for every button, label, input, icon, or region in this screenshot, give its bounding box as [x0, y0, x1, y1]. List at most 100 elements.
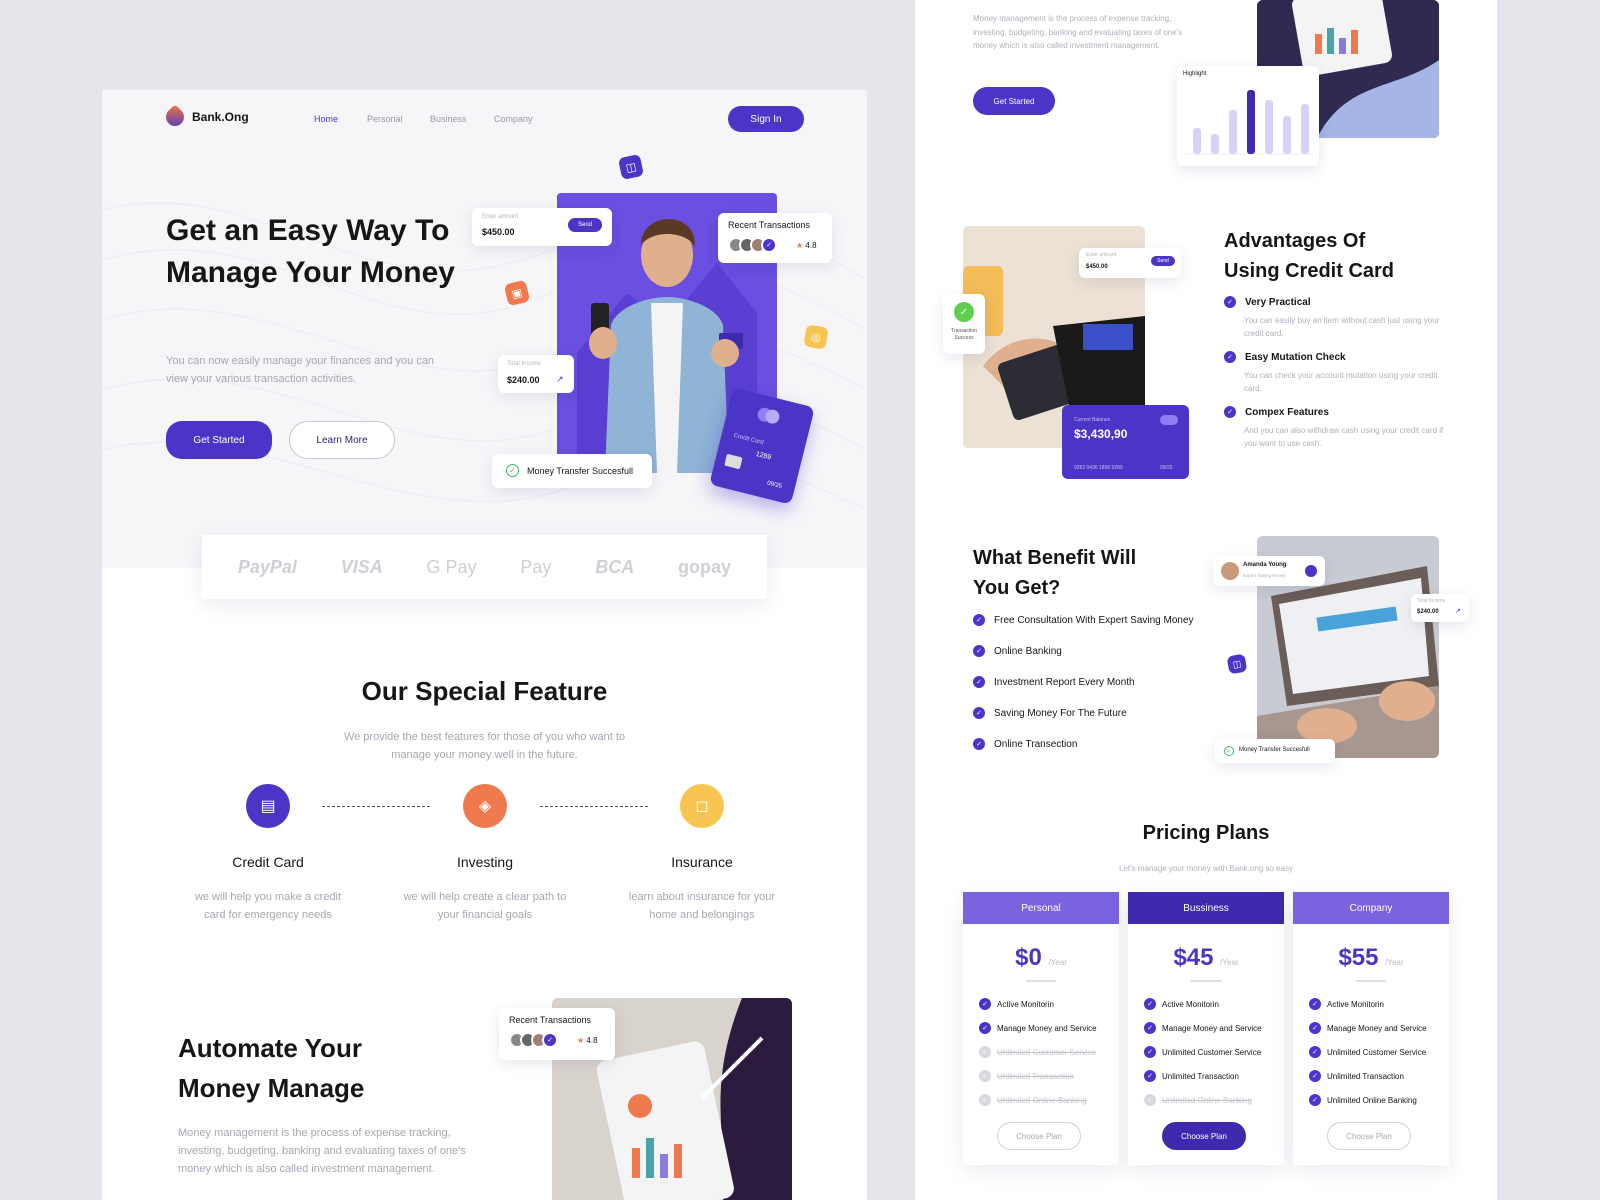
- feature-credit-card-desc: we will help you make a credit card for …: [194, 891, 342, 921]
- chat-icon[interactable]: [1305, 565, 1317, 577]
- check-icon: ✓: [973, 738, 985, 750]
- feature-investing-desc: we will help create a clear path to your…: [403, 891, 567, 921]
- plan-price: $45 /Year: [1128, 944, 1284, 972]
- total-income-widget-2: Total Income $240.00 ↗: [1411, 594, 1469, 622]
- feature-text: Unlimited Transaction: [1327, 1071, 1404, 1081]
- advantage-title: Easy Mutation Check: [1245, 351, 1346, 363]
- feature-text: Unlimited Transaction: [1162, 1071, 1239, 1081]
- wallet-icon: ◫: [1226, 653, 1248, 675]
- advantage-desc: You can easily buy an item without cash …: [1244, 316, 1440, 338]
- card-exp: 09/25: [766, 480, 783, 490]
- check-icon: ✓: [1309, 1070, 1321, 1082]
- send-button[interactable]: Send: [1151, 256, 1175, 266]
- plan-feature: ✓ Unlimited Online Banking: [979, 1088, 1119, 1112]
- total-income-value: $240.00: [1417, 609, 1439, 615]
- enter-amount-widget: Enter amount $450.00 Send: [472, 208, 612, 246]
- enter-amount-label: Enter amount: [482, 214, 519, 220]
- highlight-bars: [1185, 90, 1313, 155]
- advantage-desc: And you can also withdraw cash using you…: [1244, 426, 1444, 448]
- brand-bca: BCA: [595, 556, 635, 577]
- enter-amount-widget-2: Enter amount $450.00 Send: [1079, 248, 1181, 278]
- feature-text: Unlimited Online Banking: [1162, 1095, 1252, 1105]
- nav-personal[interactable]: Personal: [367, 114, 403, 124]
- check-icon: ✓: [973, 614, 985, 626]
- enter-amount-value[interactable]: $450.00: [482, 227, 515, 237]
- feature-text: Manage Money and Service: [997, 1023, 1097, 1033]
- plan-name: Personal: [963, 892, 1119, 924]
- hero-subtitle: You can now easily manage your finances …: [166, 355, 435, 385]
- get-started-button[interactable]: Get Started: [166, 421, 272, 459]
- choose-plan-button[interactable]: Choose Plan: [1162, 1122, 1246, 1150]
- check-icon: ✓: [1309, 1022, 1321, 1034]
- total-income-widget: Total Income $240.00 ↗: [498, 355, 574, 393]
- brand-logo[interactable]: Bank.Ong: [162, 104, 249, 130]
- transaction-success-badge: ✓ Transaction Success: [943, 294, 985, 354]
- automate-title: Automate Your Money Manage: [178, 1033, 365, 1103]
- plan-features: ✓ Active Monitorin ✓ Manage Money and Serv…: [1293, 992, 1449, 1112]
- plan-feature: ✓ Active Monitorin: [1309, 992, 1449, 1016]
- transfer-message: Money Transfer Succesfull: [527, 466, 634, 476]
- star-icon: ★: [577, 1036, 585, 1045]
- automate-description-cont: Money management is the process of expen…: [973, 14, 1183, 50]
- nav-home[interactable]: Home: [314, 114, 338, 124]
- check-icon: ✓: [1309, 998, 1321, 1010]
- rating-value: 4.8: [586, 1036, 598, 1045]
- feature-insurance-title: Insurance: [671, 854, 733, 870]
- rating: ★ 4.8: [577, 1036, 598, 1045]
- list-item: ✓ Online Transection: [973, 738, 1194, 750]
- plan-personal: Personal $0 /Year ✓ Active Monitorin ✓ Man…: [963, 892, 1119, 1165]
- nav-company[interactable]: Company: [494, 114, 533, 124]
- feature-investing-title: Investing: [456, 854, 514, 870]
- enter-amount-value[interactable]: $450.00: [1086, 264, 1108, 270]
- logo-icon: [162, 104, 188, 130]
- avatar-group: ✓: [509, 1032, 558, 1048]
- feature-insurance-desc: learn about insurance for your home and …: [628, 891, 776, 921]
- avatar: [1221, 562, 1239, 580]
- divider: [1191, 980, 1221, 982]
- automate-description: Money management is the process of expen…: [178, 1127, 466, 1175]
- list-item: ✓ Investment Report Every Month: [973, 676, 1194, 688]
- recent-transactions-widget: Recent Transactions ✓ ★ 4.8: [718, 213, 832, 263]
- connector-line: [322, 806, 430, 807]
- advantage-item-mutation: ✓ Easy Mutation Check You can check your …: [1224, 351, 1449, 395]
- plan-features: ✓ Active Monitorin ✓ Manage Money and Serv…: [1128, 992, 1284, 1112]
- feature-text: Active Monitorin: [1327, 999, 1384, 1009]
- advantage-desc: You can check your account mutation usin…: [1244, 371, 1438, 393]
- feature-subtitle: We provide the best features for those o…: [343, 731, 626, 761]
- choose-plan-button[interactable]: Choose Plan: [1327, 1122, 1411, 1150]
- brand-gpay: G Pay: [426, 556, 477, 577]
- mastercard-icon: [756, 406, 781, 426]
- benefit-title: What Benefit Will You Get?: [973, 547, 1137, 599]
- plan-price: $0 /Year: [963, 944, 1119, 972]
- avatar-group: ✓: [728, 237, 777, 253]
- recent-transactions-title: Recent Transactions: [509, 1015, 592, 1025]
- list-item: ✓ Saving Money For The Future: [973, 707, 1194, 719]
- check-icon: ✓: [1144, 1094, 1156, 1106]
- learn-more-button[interactable]: Learn More: [289, 421, 395, 459]
- success-check-icon: ✓: [506, 464, 519, 477]
- highlight-chart: Highlight: [1177, 66, 1319, 166]
- choose-plan-button[interactable]: Choose Plan: [997, 1122, 1081, 1150]
- chip-icon: [724, 453, 743, 470]
- feature-text: Manage Money and Service: [1327, 1023, 1427, 1033]
- plan-feature: ✓ Manage Money and Service: [1144, 1016, 1284, 1040]
- check-icon: ✓: [973, 707, 985, 719]
- advantage-title: Compex Features: [1245, 406, 1329, 418]
- brand-visa: VISA: [340, 556, 383, 577]
- check-icon: ✓: [979, 1070, 991, 1082]
- total-income-label: Total Income: [507, 361, 542, 367]
- balance-card: Current Balance $3,430,90 9282 0436 1890…: [1062, 405, 1189, 479]
- plan-feature: ✓ Unlimited Online Banking: [1144, 1088, 1284, 1112]
- check-icon: ✓: [1144, 1046, 1156, 1058]
- sign-in-button[interactable]: Sign In: [728, 106, 804, 132]
- nav-business[interactable]: Business: [430, 114, 467, 124]
- get-started-button-2[interactable]: Get Started: [973, 87, 1055, 115]
- check-icon: ✓: [1144, 998, 1156, 1010]
- advantage-item-complex: ✓ Compex Features And you can also withdr…: [1224, 406, 1449, 450]
- landing-page-right: Money management is the process of expen…: [915, 0, 1497, 1200]
- check-icon: ✓: [973, 676, 985, 688]
- plan-feature: ✓ Active Monitorin: [979, 992, 1119, 1016]
- send-button[interactable]: Send: [568, 218, 602, 232]
- feature-text: Unlimited Customer Service: [1162, 1047, 1262, 1057]
- advantage-title: Very Practical: [1245, 296, 1311, 308]
